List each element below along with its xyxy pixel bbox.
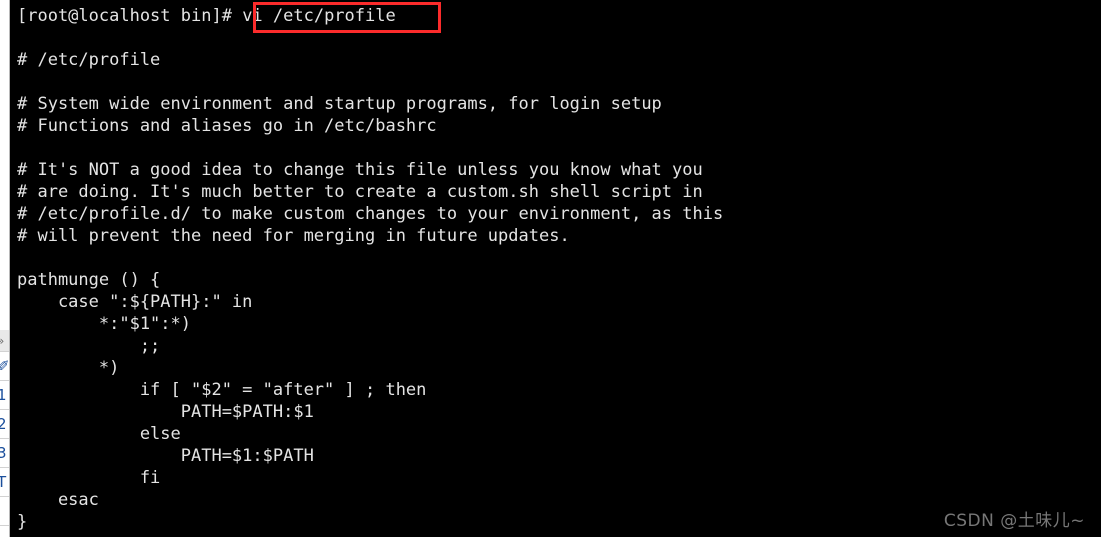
terminal-window: g j p y j p j j y j p y j g j y j [root@… (0, 0, 1101, 537)
file-line-17: PATH=$PATH:$1 (17, 402, 314, 422)
file-line-1: # /etc/profile (17, 50, 161, 70)
file-line-4: # Functions and aliases go in /etc/bashr… (17, 116, 437, 136)
prompt-command-text: vi /etc/profile (242, 6, 396, 26)
sidebar-item-3[interactable]: 3 (0, 439, 9, 468)
file-line-6: # It's NOT a good idea to change this fi… (17, 160, 703, 180)
file-line-15: *) (17, 358, 120, 378)
sidebar-item-2[interactable]: 2 (0, 410, 9, 439)
expand-chevron-icon[interactable]: » (0, 330, 9, 352)
app-sidebar[interactable]: » ✐ 1 2 3 T (0, 0, 10, 537)
file-line-11: pathmunge () { (17, 270, 161, 290)
sidebar-item-pen[interactable]: ✐ (0, 352, 9, 381)
sidebar-item-1-label: 1 (0, 381, 7, 409)
terminal-output-area[interactable]: g j p y j p j j y j p y j g j y j [root@… (10, 0, 1101, 537)
file-line-19: PATH=$1:$PATH (17, 446, 314, 466)
sidebar-item-t[interactable]: T (0, 468, 9, 497)
sidebar-item-blank-1[interactable] (0, 497, 9, 526)
file-line-13: *:"$1":*) (17, 314, 191, 334)
file-line-20: fi (17, 468, 161, 488)
sidebar-item-t-label: T (0, 468, 6, 496)
sidebar-item-1[interactable]: 1 (0, 381, 9, 410)
file-line-14: ;; (17, 336, 161, 356)
prompt-user-host: [root@localhost bin]# (17, 6, 232, 26)
shell-prompt-line: [root@localhost bin]# vi /etc/profile (17, 5, 396, 27)
file-line-21: esac (17, 490, 99, 510)
file-line-8: # /etc/profile.d/ to make custom changes… (17, 204, 724, 224)
sidebar-item-pen-label: ✐ (0, 352, 9, 380)
sidebar-item-3-label: 3 (0, 439, 7, 467)
expand-chevron-glyph: » (0, 330, 4, 351)
file-line-7: # are doing. It's much better to create … (17, 182, 703, 202)
file-line-16: if [ "$2" = "after" ] ; then (17, 380, 427, 400)
file-line-22: } (17, 512, 28, 532)
file-line-3: # System wide environment and startup pr… (17, 94, 662, 114)
file-line-18: else (17, 424, 181, 444)
file-line-9: # will prevent the need for merging in f… (17, 226, 570, 246)
sidebar-item-blank-2[interactable] (0, 526, 9, 537)
sidebar-item-2-label: 2 (0, 410, 7, 438)
csdn-watermark: CSDN @土味儿~ (943, 511, 1085, 531)
file-line-12: case ":${PATH}:" in (17, 292, 253, 312)
